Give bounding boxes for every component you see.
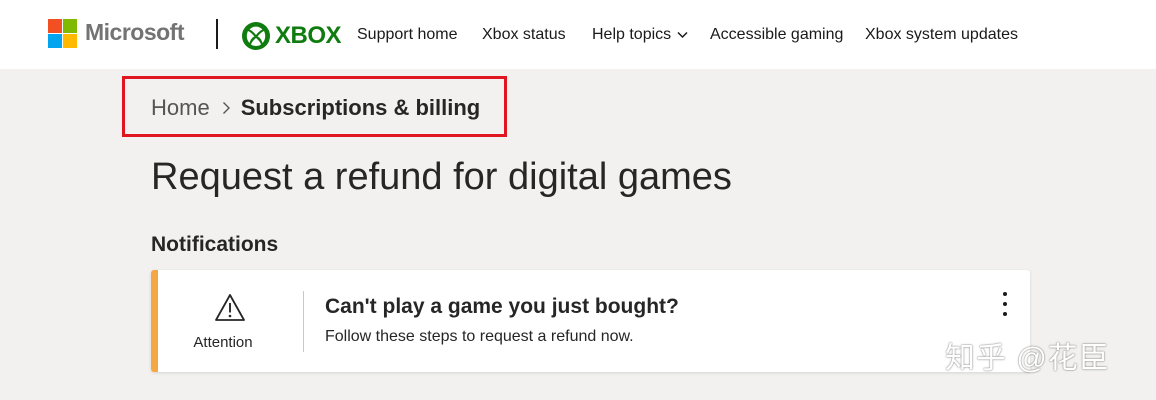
nav-xbox-system-updates[interactable]: Xbox system updates — [865, 26, 1018, 44]
breadcrumb: Home Subscriptions & billing — [151, 95, 480, 121]
dot-icon — [1003, 312, 1007, 316]
nav-help-topics-label: Help topics — [592, 26, 672, 43]
card-divider — [303, 291, 304, 352]
microsoft-logo-icon[interactable] — [48, 19, 78, 49]
nav-support-home[interactable]: Support home — [357, 26, 458, 44]
warning-triangle-icon — [215, 294, 245, 321]
breadcrumb-home-link[interactable]: Home — [151, 95, 210, 121]
microsoft-wordmark[interactable]: Microsoft — [85, 19, 185, 46]
chevron-right-icon — [222, 101, 231, 115]
breadcrumb-current: Subscriptions & billing — [240, 95, 481, 120]
notification-description: Follow these steps to request a refund n… — [325, 328, 634, 345]
more-options-button[interactable] — [994, 289, 1016, 319]
nav-accessible-gaming[interactable]: Accessible gaming — [710, 26, 843, 44]
xbox-wordmark[interactable]: XBOX — [275, 22, 342, 50]
nav-help-topics[interactable]: Help topics — [592, 26, 688, 44]
page-title: Request a refund for digital games — [151, 156, 732, 198]
top-nav: Microsoft XBOX Support home Xbox status … — [0, 0, 1156, 69]
notification-title[interactable]: Can't play a game you just bought? — [325, 295, 679, 319]
chevron-down-icon — [677, 31, 688, 38]
watermark: 知乎 @花臣 — [945, 342, 1110, 375]
dot-icon — [1003, 292, 1007, 296]
attention-label: Attention — [193, 334, 253, 351]
nav-xbox-status[interactable]: Xbox status — [482, 26, 566, 44]
notification-card[interactable] — [151, 270, 1030, 372]
notifications-heading: Notifications — [151, 233, 279, 256]
notification-accent-bar — [151, 270, 158, 372]
brand-divider — [216, 19, 218, 49]
xbox-logo-icon[interactable] — [241, 21, 271, 51]
dot-icon — [1003, 302, 1007, 306]
